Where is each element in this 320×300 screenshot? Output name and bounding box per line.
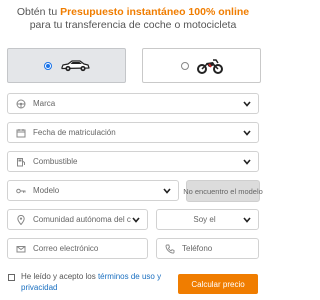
terms-consent: He leído y acepto los términos de uso y …: [8, 272, 178, 293]
model-select[interactable]: Modelo: [7, 180, 179, 201]
terms-prefix: He leído y acepto los: [21, 272, 98, 281]
car-radio[interactable]: [43, 61, 52, 70]
location-pin-icon: [16, 214, 26, 225]
motorcycle-radio[interactable]: [180, 61, 189, 70]
car-key-icon: [16, 186, 26, 196]
role-label: Soy el: [193, 215, 216, 224]
chevron-down-icon: [131, 215, 141, 225]
email-field[interactable]: Correo electrónico: [7, 238, 148, 259]
email-placeholder: Correo electrónico: [33, 244, 99, 253]
car-icon: [60, 59, 90, 72]
chevron-down-icon: [162, 186, 172, 196]
chevron-down-icon: [242, 99, 252, 109]
fuel-pump-icon: [16, 157, 26, 167]
motorcycle-icon: [196, 58, 223, 74]
chevron-down-icon: [242, 157, 252, 167]
phone-placeholder: Teléfono: [182, 244, 213, 253]
brand-label: Marca: [33, 99, 56, 108]
vehicle-option-motorcycle[interactable]: [142, 48, 261, 83]
registration-date-select[interactable]: Fecha de matriculación: [7, 122, 259, 143]
phone-icon: [165, 244, 175, 254]
chevron-down-icon: [242, 128, 252, 138]
headline-suffix: para tu transferencia de coche o motocic…: [29, 19, 237, 31]
region-label: Comunidad autónoma del com: [33, 215, 131, 224]
vehicle-option-car[interactable]: [7, 48, 126, 83]
role-select[interactable]: Soy el: [156, 209, 259, 230]
calculate-price-button[interactable]: Calcular precio: [178, 274, 258, 294]
chevron-down-icon: [242, 215, 252, 225]
brand-select[interactable]: Marca: [7, 93, 259, 114]
model-not-found-button[interactable]: No encuentro el modelo: [183, 180, 263, 202]
headline: Obtén tu Presupuesto instantáneo 100% on…: [6, 6, 260, 32]
steering-wheel-icon: [16, 99, 26, 109]
model-label: Modelo: [33, 186, 60, 195]
headline-prefix: Obtén tu: [16, 6, 61, 18]
calendar-icon: [16, 128, 26, 138]
envelope-icon: [16, 244, 26, 254]
fuel-select[interactable]: Combustible: [7, 151, 259, 172]
registration-date-label: Fecha de matriculación: [33, 128, 116, 137]
fuel-label: Combustible: [33, 157, 78, 166]
terms-checkbox[interactable]: [8, 274, 15, 281]
phone-field[interactable]: Teléfono: [156, 238, 259, 259]
region-select[interactable]: Comunidad autónoma del com: [7, 209, 148, 230]
headline-highlight: Presupuesto instantáneo 100% online: [60, 6, 250, 18]
terms-text: He leído y acepto los términos de uso y …: [21, 272, 178, 293]
